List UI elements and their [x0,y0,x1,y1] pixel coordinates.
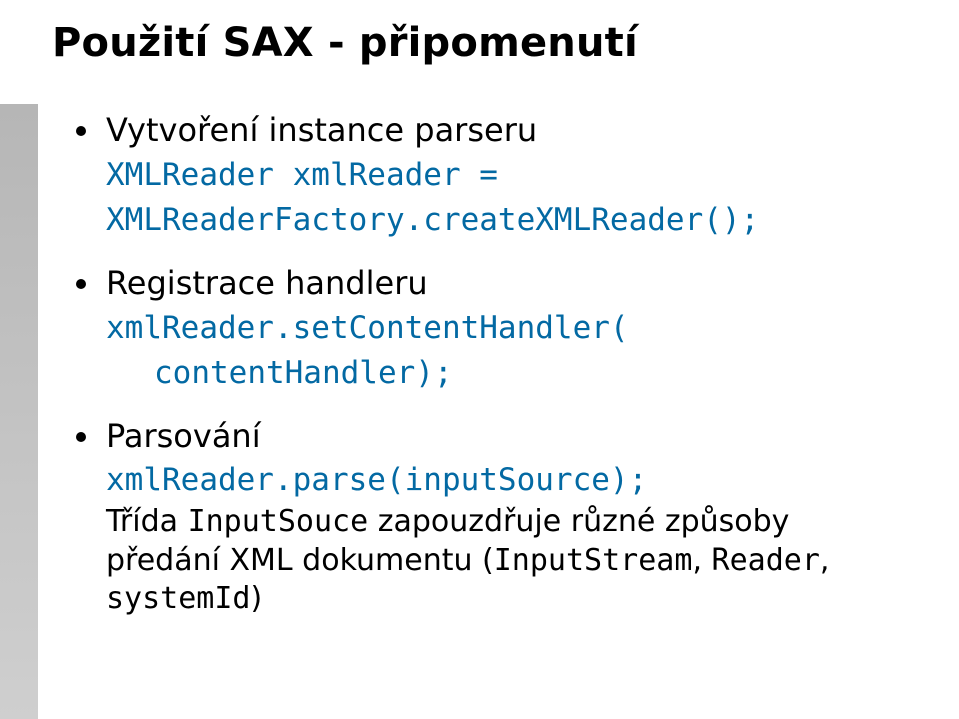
slide-body: Vytvoření instance parseru XMLReader xml… [70,110,910,641]
bullet-heading: Parsování [106,417,261,455]
bullet-subtext: Třída InputSouce zapouzdřuje různé způso… [106,503,910,618]
slide-title: Použití SAX - připomenutí [52,20,638,66]
bullet-item: Registrace handleru xmlReader.setContent… [70,263,910,394]
side-accent-bar [0,104,38,719]
bullet-heading: Registrace handleru [106,264,428,302]
bullet-list: Vytvoření instance parseru XMLReader xml… [70,110,910,619]
bullet-heading: Vytvoření instance parseru [106,111,537,149]
bullet-item: Parsování xmlReader.parse(inputSource); … [70,416,910,619]
text: , [692,543,711,578]
slide: Použití SAX - připomenutí Vytvoření inst… [0,0,959,719]
inline-code: InputStream [494,543,693,578]
inline-code: systemId [106,581,251,616]
bullet-item: Vytvoření instance parseru XMLReader xml… [70,110,910,241]
code-line: xmlReader.parse(inputSource); [106,460,910,501]
code-line: contentHandler); [106,353,910,394]
code-line: xmlReader.setContentHandler( [106,308,910,349]
inline-code: Reader [712,543,820,578]
code-line: XMLReaderFactory.createXMLReader(); [106,200,910,241]
text: ) [251,581,263,616]
code-line: XMLReader xmlReader = [106,155,910,196]
text: , [820,543,830,578]
inline-code: InputSouce [188,504,369,539]
text: Třída [106,504,188,539]
